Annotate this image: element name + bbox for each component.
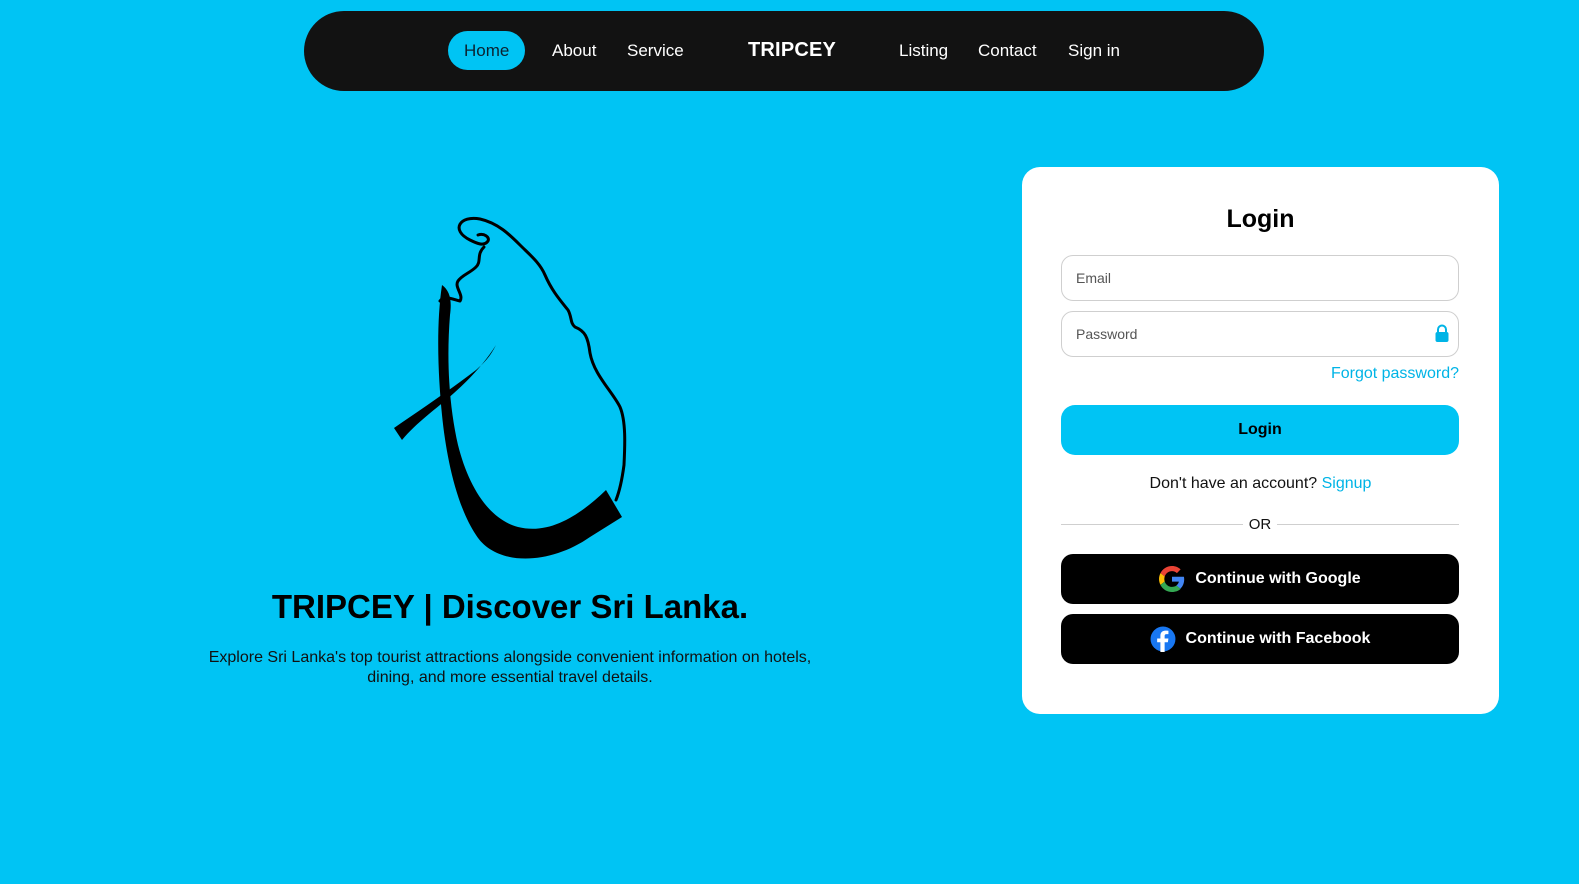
island-outline: [438, 216, 627, 502]
top-navbar: Home About Service TRIPCEY Listing Conta…: [304, 11, 1264, 91]
nav-home-link[interactable]: Home: [448, 31, 526, 70]
password-input[interactable]: [1061, 311, 1459, 357]
nav-service-link[interactable]: Service: [627, 31, 684, 70]
nav-contact-link[interactable]: Contact: [978, 31, 1037, 70]
login-card: Login Forgot password? Login Don't have …: [1022, 167, 1499, 714]
lock-icon: [1435, 324, 1449, 342]
facebook-button-label: Continue with Facebook: [1185, 630, 1371, 647]
signup-link[interactable]: Signup: [1322, 475, 1372, 492]
forgot-password-link[interactable]: Forgot password?: [1331, 365, 1459, 383]
nav-about-link[interactable]: About: [552, 31, 596, 70]
google-signin-button[interactable]: Continue with Google: [1061, 554, 1459, 604]
email-input[interactable]: [1061, 255, 1459, 301]
no-account-text: Don't have an account?: [1149, 475, 1318, 492]
sri-lanka-map-illustration: [394, 216, 627, 559]
hero-title: TRIPCEY | Discover Sri Lanka.: [271, 588, 749, 625]
facebook-signin-button[interactable]: Continue with Facebook: [1061, 614, 1459, 664]
hero-description: Explore Sri Lanka's top tourist attracti…: [208, 649, 812, 686]
login-title: Login: [1226, 205, 1295, 233]
nav-signin-link[interactable]: Sign in: [1068, 31, 1120, 70]
or-divider: OR: [1061, 513, 1459, 537]
nav-listing-link[interactable]: Listing: [899, 31, 948, 70]
login-button[interactable]: Login: [1061, 405, 1459, 455]
signup-prompt: Don't have an account? Signup: [1022, 475, 1499, 493]
google-button-label: Continue with Google: [1195, 570, 1361, 587]
or-label: OR: [1248, 516, 1272, 533]
swoosh-stroke: [438, 285, 622, 559]
facebook-icon: [1150, 626, 1176, 652]
brand-logo-text[interactable]: TRIPCEY: [748, 31, 836, 70]
google-icon: [1159, 566, 1185, 592]
